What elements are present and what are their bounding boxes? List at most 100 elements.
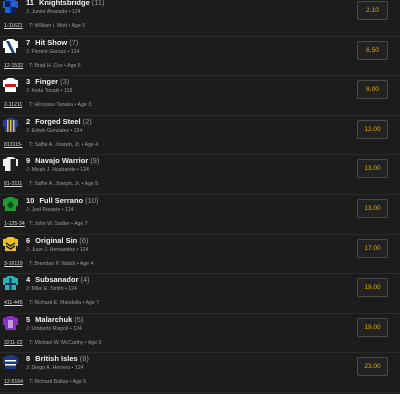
- form-link[interactable]: 3211-22: [4, 340, 25, 346]
- runner-title: 3 Finger (3): [26, 77, 69, 86]
- form-link[interactable]: 2-11211: [4, 102, 25, 108]
- odds-button[interactable]: 8.00: [357, 80, 388, 100]
- jockey-silk-icon: [3, 77, 18, 93]
- runner-title: 8 British Isles (8): [26, 354, 89, 363]
- jockey-info: J: Joel Rosario • 124: [26, 206, 74, 213]
- trainer-info: T: Brad H. Cox • Age 6: [29, 62, 81, 69]
- odds-button[interactable]: 17.00: [357, 238, 388, 258]
- odds-button[interactable]: 12.00: [357, 119, 388, 139]
- horse-name[interactable]: Subsanador: [35, 275, 78, 284]
- runner-row: 2 Forged Steel (2) J: Edwin Gonzalez • 124…: [0, 116, 400, 156]
- draw-number: (10): [85, 195, 99, 205]
- draw-number: (9): [90, 156, 100, 166]
- jockey-info: J: Keita Tosaki • 118: [26, 88, 73, 95]
- form-link[interactable]: 81-3111: [4, 181, 25, 187]
- odds-button[interactable]: 13.00: [357, 198, 388, 218]
- horse-name[interactable]: Forged Steel: [35, 117, 80, 126]
- horse-name[interactable]: Navajo Warrior: [35, 156, 88, 165]
- trainer-info: T: Richard E. Mandella • Age 7: [29, 300, 100, 307]
- trainer-info: T: Michael W. McCarthy • Age 5: [29, 339, 102, 346]
- runner-row: 10 Full Serrano (10) J: Joel Rosario • 124…: [0, 195, 400, 235]
- jockey-info: J: Mike E. Smith • 124: [26, 286, 77, 293]
- odds-button[interactable]: 23.00: [357, 357, 388, 377]
- horse-name[interactable]: Knightsbridge: [39, 0, 90, 7]
- runner-row: 5 Malarchuk (5) J: Umberto Rispoli • 124 3…: [0, 314, 400, 354]
- odds-button[interactable]: 2.10: [357, 1, 388, 20]
- odds-button[interactable]: 19.00: [357, 278, 388, 298]
- jockey-silk-icon: [3, 236, 18, 252]
- runner-title: 2 Forged Steel (2): [26, 117, 92, 126]
- draw-number: (8): [79, 354, 89, 364]
- horse-name[interactable]: Original Sin: [35, 236, 77, 245]
- runner-row: 9 Navajo Warrior (9) J: Micah J. Husbands …: [0, 155, 400, 195]
- trainer-info: T: Saffie A. Joseph, Jr. • Age 5: [29, 181, 99, 188]
- form-trainer-line: 813115- T: Saffie A. Joseph, Jr. • Age 4: [4, 142, 98, 148]
- program-number: 10: [26, 195, 35, 205]
- program-number: 7: [26, 37, 31, 47]
- draw-number: (7): [69, 37, 79, 47]
- form-link[interactable]: 1-125-34: [4, 221, 25, 227]
- runner-title: 9 Navajo Warrior (9): [26, 156, 99, 165]
- draw-number: (6): [79, 235, 89, 245]
- jockey-silk-icon: [3, 315, 18, 331]
- horse-name[interactable]: British Isles: [35, 354, 78, 363]
- runner-row: 11 Knightsbridge (11) J: Junior Alvarado •…: [0, 0, 400, 37]
- draw-number: (4): [80, 275, 90, 285]
- form-link[interactable]: 813115-: [4, 142, 25, 148]
- program-number: 2: [26, 116, 31, 126]
- form-trainer-line: 411-445 T: Richard E. Mandella • Age 7: [4, 300, 99, 306]
- program-number: 9: [26, 156, 31, 166]
- jockey-info: J: Diego A. Herrera • 124: [26, 365, 84, 372]
- odds-button[interactable]: 19.00: [357, 317, 388, 337]
- trainer-info: T: Saffie A. Joseph, Jr. • Age 4: [29, 141, 99, 148]
- program-number: 4: [26, 275, 31, 285]
- runner-title: 11 Knightsbridge (11): [26, 0, 105, 7]
- jockey-silk-icon: [3, 117, 18, 133]
- trainer-info: T: John W. Sadler • Age 7: [29, 220, 88, 227]
- draw-number: (5): [74, 314, 84, 324]
- runner-title: 4 Subsanador (4): [26, 275, 90, 284]
- jockey-info: J: Umberto Rispoli • 124: [26, 325, 82, 332]
- runner-row: 8 British Isles (8) J: Diego A. Herrera • …: [0, 353, 400, 393]
- runner-title: 6 Original Sin (6): [26, 236, 88, 245]
- odds-button[interactable]: 6.50: [357, 40, 388, 60]
- form-trainer-line: 81-3111 T: Saffie A. Joseph, Jr. • Age 5: [4, 181, 98, 187]
- horse-name[interactable]: Full Serrano: [39, 196, 83, 205]
- jockey-silk-icon: [3, 38, 18, 54]
- jockey-info: J: Edwin Gonzalez • 124: [26, 127, 83, 134]
- program-number: 3: [26, 77, 31, 87]
- form-trainer-line: 3-16119 T: Brendan P. Walsh • Age 4: [4, 261, 93, 267]
- program-number: 5: [26, 314, 31, 324]
- jockey-silk-icon: [3, 196, 18, 212]
- trainer-info: T: William I. Mott • Age 5: [29, 23, 86, 29]
- runner-list: 11 Knightsbridge (11) J: Junior Alvarado •…: [0, 0, 400, 393]
- horse-name[interactable]: Finger: [35, 77, 58, 86]
- jockey-silk-icon: [3, 0, 18, 14]
- runner-title: 10 Full Serrano (10): [26, 196, 98, 205]
- runner-title: 7 Hit Show (7): [26, 38, 78, 47]
- form-link[interactable]: 12-1532: [4, 63, 25, 69]
- runner-row: 3 Finger (3) J: Keita Tosaki • 118 2-11211…: [0, 76, 400, 116]
- form-link[interactable]: 1-11621: [4, 23, 25, 29]
- form-trainer-line: 12-5164 T: Richard Baltas • Age 5: [4, 379, 86, 385]
- jockey-silk-icon: [3, 354, 18, 370]
- form-trainer-line: 1-11621 T: William I. Mott • Age 5: [4, 23, 85, 29]
- runner-row: 6 Original Sin (6) J: Juan J. Hernandez • …: [0, 235, 400, 275]
- form-link[interactable]: 3-16119: [4, 261, 25, 267]
- odds-button[interactable]: 13.00: [357, 159, 388, 179]
- draw-number: (11): [91, 0, 105, 7]
- draw-number: (3): [60, 77, 70, 87]
- jockey-info: J: Junior Alvarado • 124: [26, 9, 81, 15]
- form-trainer-line: 3211-22 T: Michael W. McCarthy • Age 5: [4, 340, 101, 346]
- form-link[interactable]: 411-445: [4, 300, 25, 306]
- horse-name[interactable]: Hit Show: [35, 38, 67, 47]
- draw-number: (2): [82, 116, 92, 126]
- jockey-silk-icon: [3, 275, 18, 291]
- jockey-info: J: Micah J. Husbands • 124: [26, 167, 89, 174]
- horse-name[interactable]: Malarchuk: [35, 315, 72, 324]
- runner-row: 7 Hit Show (7) J: Florent Geroux • 124 12-…: [0, 37, 400, 77]
- trainer-info: T: Hiroyasu Tanaka • Age 3: [29, 102, 91, 109]
- form-trainer-line: 2-11211 T: Hiroyasu Tanaka • Age 3: [4, 102, 91, 108]
- form-link[interactable]: 12-5164: [4, 379, 25, 385]
- trainer-info: T: Brendan P. Walsh • Age 4: [29, 260, 94, 267]
